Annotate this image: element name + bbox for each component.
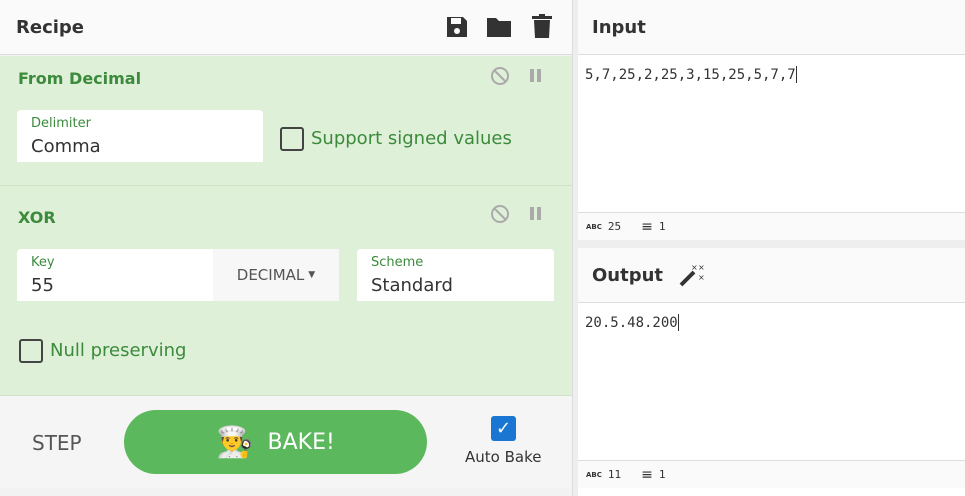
- input-header: Input: [578, 0, 965, 55]
- input-lines: 1: [658, 220, 666, 233]
- scheme-label: Scheme: [371, 255, 424, 270]
- disable-icon[interactable]: [490, 66, 510, 86]
- bake-label: BAKE!: [267, 429, 335, 455]
- key-value: 55: [31, 275, 54, 296]
- delimiter-field[interactable]: Delimiter Comma: [17, 110, 263, 162]
- input-textarea[interactable]: 5,7,25,2,25,3,15,25,5,7,7: [578, 55, 965, 212]
- delimiter-label: Delimiter: [31, 116, 91, 131]
- input-panel: Input 5,7,25,2,25,3,15,25,5,7,7 ABC 25 ≡…: [578, 0, 965, 240]
- chef-icon: 👨‍🍳: [216, 424, 254, 460]
- support-signed-label: Support signed values: [311, 128, 512, 149]
- output-status-bar: ABC 11 ≡ 1: [578, 460, 965, 488]
- null-preserving-label: Null preserving: [50, 340, 187, 361]
- key-label: Key: [31, 255, 55, 270]
- svg-text:×: ×: [691, 263, 698, 272]
- key-field[interactable]: Key 55 DECIMAL ▼: [17, 249, 339, 301]
- output-panel: Output × × × 20.5.48.200 ABC 11 ≡ 1: [578, 248, 965, 488]
- output-textarea[interactable]: 20.5.48.200: [578, 303, 965, 460]
- operation-title: From Decimal: [18, 69, 142, 88]
- svg-text:×: ×: [698, 273, 704, 282]
- auto-bake-label: Auto Bake: [465, 448, 542, 466]
- output-length: 11: [607, 468, 622, 481]
- operation-title: XOR: [18, 208, 56, 227]
- input-status-bar: ABC 25 ≡ 1: [578, 212, 965, 240]
- save-icon[interactable]: [446, 15, 468, 39]
- pause-icon[interactable]: [529, 68, 543, 84]
- scheme-value: Standard: [371, 275, 453, 296]
- support-signed-checkbox[interactable]: [280, 127, 304, 151]
- caret-down-icon: ▼: [308, 270, 316, 280]
- output-text: 20.5.48.200: [585, 315, 678, 331]
- input-title: Input: [592, 17, 646, 38]
- lines-icon: ≡: [641, 218, 653, 235]
- key-format-value: DECIMAL: [236, 266, 305, 284]
- lines-icon: ≡: [641, 466, 653, 483]
- svg-text:×: ×: [698, 263, 704, 272]
- trash-icon[interactable]: [532, 14, 552, 39]
- null-preserving-checkbox[interactable]: [19, 339, 43, 363]
- recipe-header: Recipe: [0, 0, 572, 55]
- output-header: Output × × ×: [578, 248, 965, 303]
- length-icon: ABC: [586, 470, 602, 479]
- step-button[interactable]: STEP: [32, 431, 82, 455]
- key-format-dropdown[interactable]: DECIMAL ▼: [213, 249, 339, 301]
- scheme-field[interactable]: Scheme Standard: [357, 249, 554, 301]
- output-title: Output: [592, 265, 664, 286]
- magic-wand-icon[interactable]: × ××: [678, 262, 704, 288]
- output-lines: 1: [658, 468, 666, 481]
- recipe-title: Recipe: [16, 17, 85, 38]
- input-text: 5,7,25,2,25,3,15,25,5,7,7: [585, 67, 796, 83]
- length-icon: ABC: [586, 222, 602, 231]
- recipe-panel: Recipe From Decimal Delimiter Comma Supp…: [0, 0, 572, 496]
- folder-icon[interactable]: [486, 16, 512, 38]
- auto-bake-checkbox[interactable]: ✓: [491, 416, 516, 441]
- delimiter-value: Comma: [31, 136, 101, 157]
- disable-icon[interactable]: [490, 204, 510, 224]
- operation-xor: XOR Key 55 DECIMAL ▼ Scheme Standard Null…: [0, 186, 572, 396]
- operation-from-decimal: From Decimal Delimiter Comma Support sig…: [0, 56, 572, 186]
- bake-button[interactable]: 👨‍🍳 BAKE!: [124, 410, 427, 474]
- input-length: 25: [607, 220, 622, 233]
- pause-icon[interactable]: [529, 206, 543, 222]
